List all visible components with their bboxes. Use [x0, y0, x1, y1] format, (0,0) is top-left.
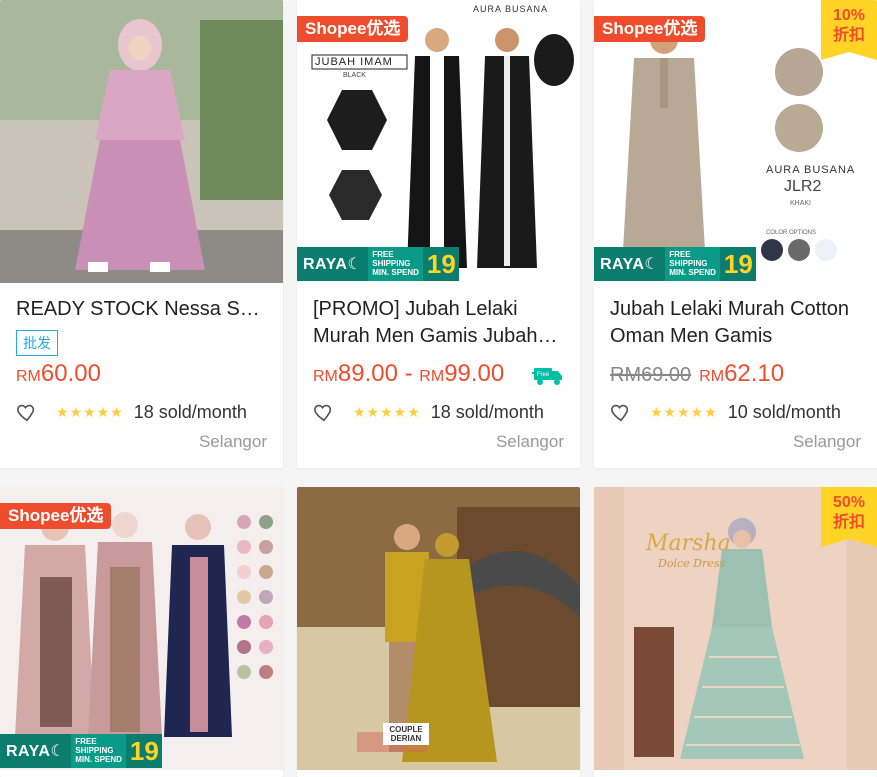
- truck-icon: Free: [532, 368, 562, 385]
- product-image[interactable]: COUPLE DERIAN: [297, 487, 580, 770]
- price-max: 99.00: [444, 360, 505, 387]
- heart-outline-icon[interactable]: [610, 401, 632, 423]
- price-currency: RM: [16, 368, 41, 385]
- raya-line1: FREE: [669, 250, 691, 259]
- discount-percent: 10%: [832, 7, 866, 24]
- image-product-name: Marsha: [646, 531, 731, 556]
- product-card[interactable]: AURA BUSANA JUBAH IMAM BLACK RAYA☾ FREE S…: [297, 0, 580, 468]
- raya-brand: RAYA☾: [6, 743, 66, 760]
- discount-label: 折扣: [832, 27, 865, 44]
- product-image[interactable]: AURA BUSANA JUBAH IMAM BLACK RAYA☾ FREE S…: [297, 0, 580, 283]
- price-currency: RM: [313, 368, 338, 385]
- image-brand: AURA BUSANA: [473, 4, 549, 14]
- free-shipping-banner: RAYA☾ FREE SHIPPING MIN. SPEND 19: [0, 734, 162, 768]
- product-price: RM89.00 - RM99.00: [313, 360, 504, 388]
- image-caption: COUPLE DERIAN: [383, 723, 429, 745]
- product-image[interactable]: [0, 0, 283, 283]
- price-value: 62.10: [724, 360, 785, 387]
- rating-stars: ★★★★★: [650, 403, 718, 420]
- original-currency: RM: [610, 364, 642, 386]
- product-meta: ★★★★★ 10 sold/month: [610, 400, 864, 424]
- product-title[interactable]: READY STOCK Nessa Set Dress + Khimar: [16, 296, 270, 323]
- shop-location: Selangor: [495, 432, 564, 451]
- discount-badge: 10% 折扣: [821, 0, 877, 60]
- product-card[interactable]: Marsha Dolce Dress 50% 折扣: [594, 487, 877, 777]
- raya-line2: SHIPPING: [75, 746, 114, 755]
- raya-text: FREE SHIPPING MIN. SPEND: [368, 247, 423, 281]
- image-color-options: COLOR OPTIONS: [766, 230, 817, 236]
- image-product-sub: KHAKI: [790, 200, 812, 207]
- product-title[interactable]: Jubah Lelaki Murah Cotton Oman Men Gamis: [610, 296, 864, 350]
- shopee-preferred-tag: Shopee优选: [297, 16, 409, 42]
- image-product-name: JUBAH IMAM: [315, 56, 393, 68]
- product-card[interactable]: AURA BUSANA JLR2 KHAKI COLOR OPTIONS RAY…: [594, 0, 877, 468]
- raya-text: FREE SHIPPING MIN. SPEND: [665, 247, 720, 281]
- heart-outline-icon[interactable]: [313, 401, 335, 423]
- heart-outline-icon[interactable]: [16, 401, 38, 423]
- image-product-sub: BLACK: [343, 72, 366, 79]
- raya-line2: SHIPPING: [372, 259, 411, 268]
- raya-brand: RAYA☾: [600, 256, 660, 273]
- raya-line1: FREE: [372, 250, 394, 259]
- price-separator: -: [404, 360, 413, 387]
- sold-count: 18 sold/month: [133, 401, 247, 422]
- raya-amount: 19: [129, 735, 159, 766]
- shop-location: Selangor: [792, 432, 861, 451]
- original-price: RM69.00: [610, 364, 691, 386]
- shop-location: Selangor: [198, 432, 267, 451]
- free-shipping-banner: RAYA☾ FREE SHIPPING MIN. SPEND 19: [594, 247, 756, 281]
- raya-line3: MIN. SPEND: [75, 755, 122, 764]
- image-product-sub: Dolce Dress: [658, 557, 726, 570]
- raya-line3: MIN. SPEND: [669, 268, 716, 277]
- price-min: 89.00: [337, 360, 398, 387]
- shopee-preferred-tag: Shopee优选: [0, 503, 112, 529]
- product-card[interactable]: READY STOCK Nessa Set Dress + Khimar 批发 …: [0, 0, 283, 468]
- discount-label: 折扣: [832, 514, 865, 531]
- raya-amount: 19: [723, 248, 753, 279]
- raya-line1: FREE: [75, 737, 97, 746]
- free-label: Free: [537, 372, 550, 378]
- raya-text: FREE SHIPPING MIN. SPEND: [71, 734, 126, 768]
- price-value: 60.00: [40, 360, 101, 387]
- product-price: RM60.00: [16, 360, 101, 388]
- product-grid: READY STOCK Nessa Set Dress + Khimar 批发 …: [0, 0, 877, 777]
- product-meta: ★★★★★ 18 sold/month: [16, 400, 270, 424]
- product-card[interactable]: RAYA☾ FREE SHIPPING MIN. SPEND 19 Shopee优选: [0, 487, 283, 777]
- discount-percent: 50%: [832, 494, 866, 511]
- rating-stars: ★★★★★: [56, 403, 124, 420]
- original-value: 69.00: [641, 364, 692, 386]
- rating-stars: ★★★★★: [353, 403, 421, 420]
- wholesale-badge: 批发: [16, 330, 58, 356]
- sold-count: 10 sold/month: [727, 401, 841, 422]
- raya-line3: MIN. SPEND: [372, 268, 419, 277]
- product-price: RM69.00 RM62.10: [610, 360, 784, 388]
- raya-amount: 19: [426, 248, 456, 279]
- discount-badge: 50% 折扣: [821, 487, 877, 547]
- raya-line2: SHIPPING: [669, 259, 708, 268]
- price-max-currency: RM: [419, 368, 445, 385]
- product-title[interactable]: [PROMO] Jubah Lelaki Murah Men Gamis Jub…: [313, 296, 567, 350]
- image-product-name: JLR2: [784, 178, 822, 195]
- product-card[interactable]: COUPLE DERIAN: [297, 487, 580, 777]
- image-brand: AURA BUSANA: [766, 164, 856, 176]
- free-shipping-banner: RAYA☾ FREE SHIPPING MIN. SPEND 19: [297, 247, 459, 281]
- shopee-preferred-tag: Shopee优选: [594, 16, 706, 42]
- raya-brand: RAYA☾: [303, 256, 363, 273]
- price-currency: RM: [699, 368, 725, 385]
- sold-count: 18 sold/month: [430, 401, 544, 422]
- product-image[interactable]: RAYA☾ FREE SHIPPING MIN. SPEND 19: [0, 487, 283, 770]
- product-meta: ★★★★★ 18 sold/month: [313, 400, 567, 424]
